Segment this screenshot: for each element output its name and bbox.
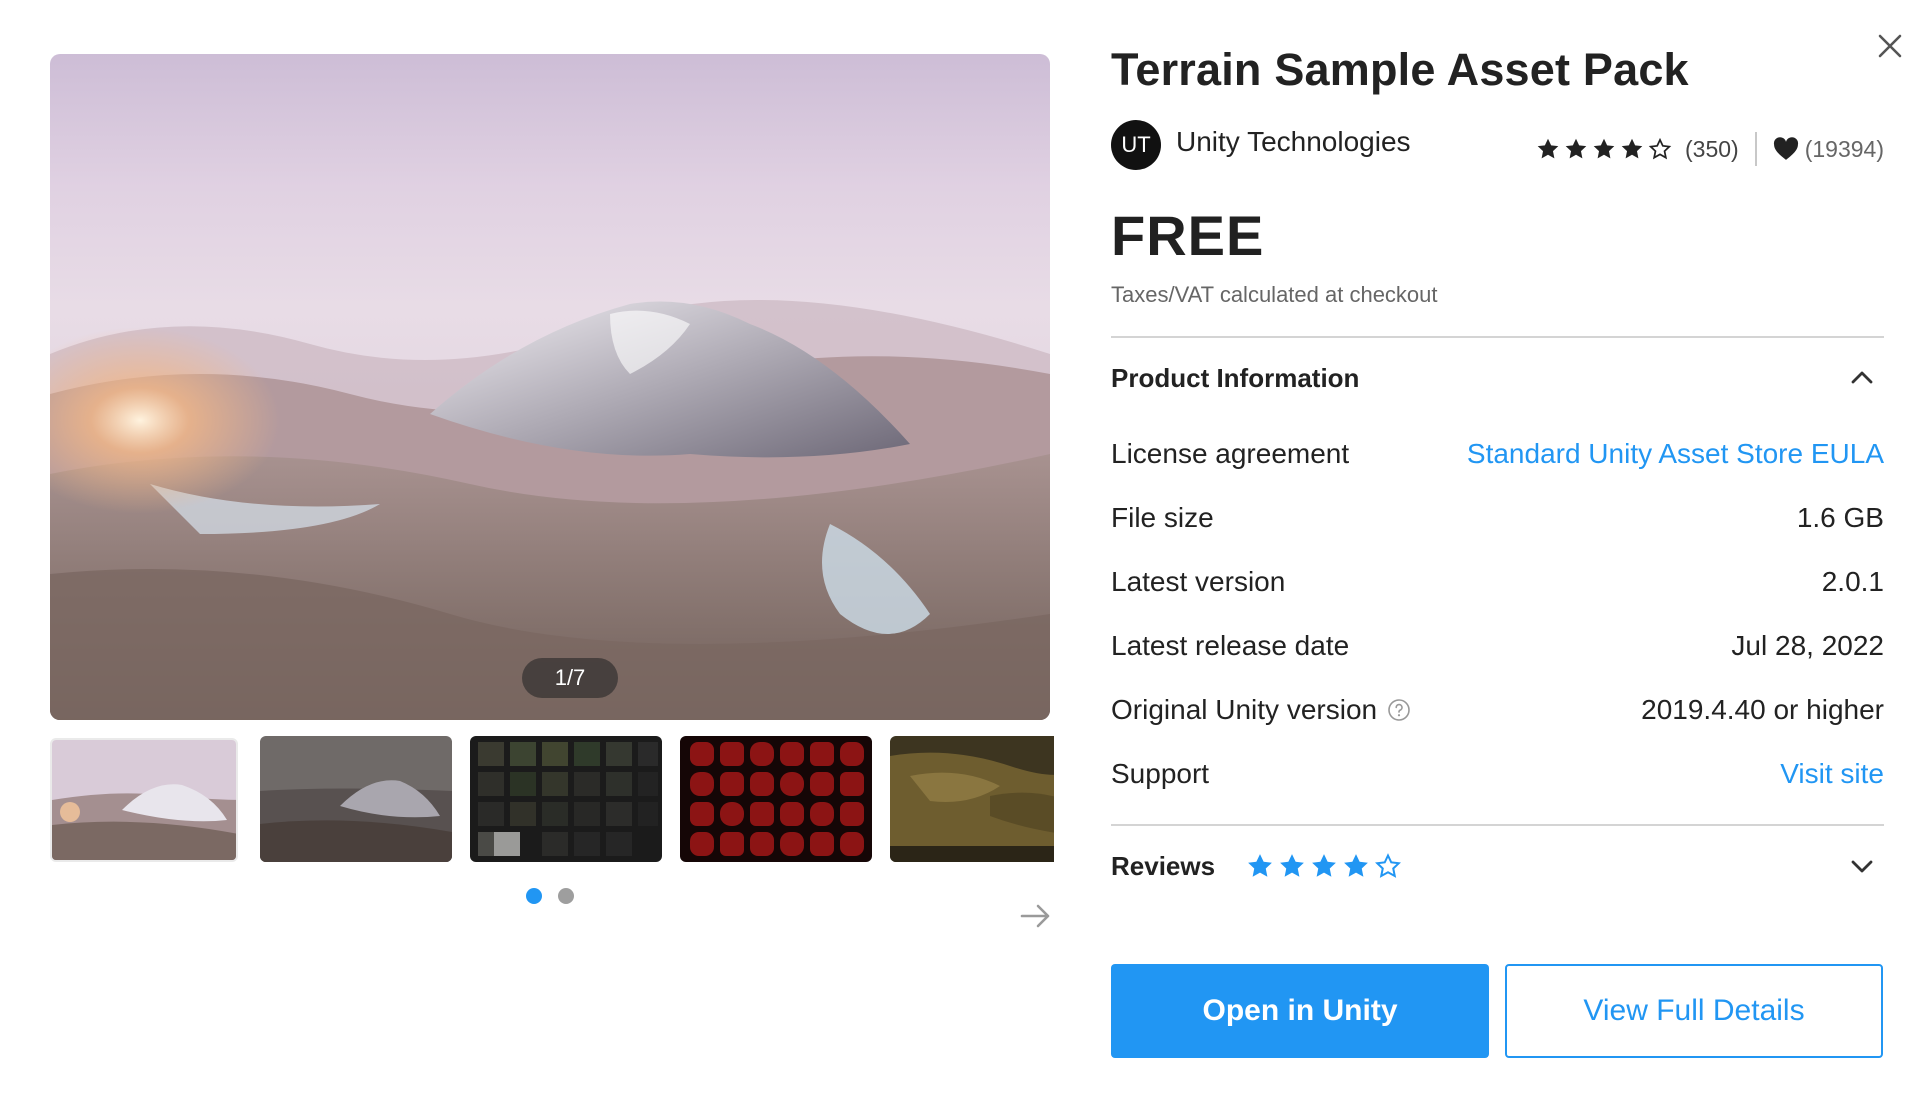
- rating-count: (350): [1685, 135, 1739, 162]
- thumbnail-terrain-dusk-image: [260, 736, 452, 862]
- publisher-row: UT Unity Technologies (350) (19394): [1111, 112, 1884, 172]
- info-label: Support: [1111, 758, 1210, 789]
- info-value: 1.6 GB: [1796, 502, 1884, 533]
- info-label-text: Original Unity version: [1111, 694, 1378, 725]
- help-icon[interactable]: [1387, 698, 1411, 722]
- pager-dot-2[interactable]: [558, 888, 574, 904]
- info-row-latest-version: Latest version 2.0.1: [1111, 550, 1884, 614]
- view-full-details-button[interactable]: View Full Details: [1505, 964, 1883, 1058]
- info-label: Latest release date: [1111, 630, 1350, 661]
- info-row-file-size: File size 1.6 GB: [1111, 486, 1884, 550]
- info-value: 2.0.1: [1821, 566, 1884, 597]
- rating-stars: [1535, 136, 1673, 162]
- product-information-header[interactable]: Product Information: [1111, 338, 1884, 418]
- reviews-stars: [1245, 851, 1403, 881]
- thumbnail-1[interactable]: [50, 738, 238, 862]
- open-in-unity-button[interactable]: Open in Unity: [1111, 964, 1489, 1058]
- heart-icon[interactable]: [1773, 137, 1799, 161]
- star-filled-icon: [1248, 854, 1272, 877]
- arrow-right-icon: [1020, 904, 1050, 928]
- star-filled-icon: [1593, 138, 1615, 159]
- star-filled-icon: [1565, 138, 1587, 159]
- action-buttons: Open in Unity View Full Details: [1111, 964, 1884, 1058]
- info-value: 2019.4.40 or higher: [1641, 694, 1884, 725]
- price: FREE: [1111, 204, 1265, 267]
- star-filled-icon: [1621, 138, 1643, 159]
- star-filled-icon: [1312, 854, 1336, 877]
- main-preview-image[interactable]: 1/7: [50, 54, 1050, 720]
- thumbnail-red-brushes-image: [680, 736, 872, 862]
- thumbnail-terrain-image: [52, 740, 236, 860]
- info-row-unity-version: Original Unity version 2019.4.40 or high…: [1111, 678, 1884, 742]
- info-row-license: License agreement Standard Unity Asset S…: [1111, 422, 1884, 486]
- info-label: License agreement: [1111, 438, 1350, 469]
- chevron-up-icon: [1851, 371, 1873, 384]
- thumbnail-4[interactable]: [680, 736, 872, 862]
- publisher-avatar[interactable]: UT: [1111, 120, 1161, 170]
- favorites-count: (19394): [1804, 135, 1884, 162]
- gallery-pager: [526, 888, 574, 904]
- thumbnail-2[interactable]: [260, 736, 452, 862]
- thumbnail-terrain-olive-image: [890, 736, 1054, 862]
- info-label: File size: [1111, 502, 1214, 533]
- info-label: Latest version: [1111, 566, 1286, 597]
- rating-divider: [1754, 132, 1757, 166]
- license-link[interactable]: Standard Unity Asset Store EULA: [1467, 438, 1884, 470]
- info-label-with-help: Original Unity version: [1111, 694, 1411, 726]
- info-row-support: Support Visit site: [1111, 742, 1884, 806]
- star-outline-icon: [1648, 137, 1672, 160]
- product-information-title: Product Information: [1111, 362, 1360, 393]
- support-link[interactable]: Visit site: [1780, 758, 1884, 790]
- image-counter: 1/7: [522, 658, 618, 698]
- tax-note: Taxes/VAT calculated at checkout: [1111, 282, 1438, 307]
- reviews-title: Reviews: [1111, 850, 1216, 881]
- next-arrow-button[interactable]: [1016, 896, 1056, 936]
- product-title: Terrain Sample Asset Pack: [1111, 44, 1689, 95]
- reviews-header[interactable]: Reviews: [1111, 826, 1884, 906]
- info-row-release-date: Latest release date Jul 28, 2022: [1111, 614, 1884, 678]
- star-outline-icon: [1375, 853, 1402, 878]
- rating-summary[interactable]: (350) (19394): [1535, 132, 1884, 166]
- product-information-list: License agreement Standard Unity Asset S…: [1111, 418, 1884, 824]
- chevron-down-icon: [1851, 860, 1873, 873]
- thumbnail-3[interactable]: [470, 736, 662, 862]
- star-filled-icon: [1280, 854, 1304, 877]
- thumbnail-5[interactable]: [890, 736, 1054, 862]
- thumbnail-material-swatches-image: [470, 736, 662, 862]
- info-value: Jul 28, 2022: [1731, 630, 1884, 661]
- product-panel: Terrain Sample Asset Pack UT Unity Techn…: [1111, 40, 1884, 1058]
- star-filled-icon: [1344, 854, 1368, 877]
- thumbnail-strip: [50, 736, 1054, 864]
- terrain-landscape-image: [50, 54, 1050, 720]
- star-filled-icon: [1537, 138, 1559, 159]
- publisher-name[interactable]: Unity Technologies: [1176, 126, 1411, 158]
- pager-dot-1[interactable]: [526, 888, 542, 904]
